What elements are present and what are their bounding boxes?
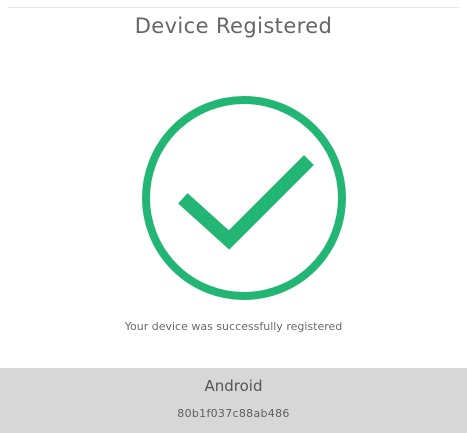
device-id: 80b1f037c88ab486 — [177, 407, 290, 420]
check-circle-icon — [142, 96, 346, 300]
top-divider — [8, 7, 459, 8]
success-indicator — [134, 95, 354, 301]
device-info-panel: Android 80b1f037c88ab486 — [0, 368, 467, 433]
device-platform: Android — [204, 377, 263, 395]
success-message: Your device was successfully registered — [124, 320, 343, 333]
device-registered-screen: Device Registered Your device was succes… — [0, 0, 467, 433]
page-title: Device Registered — [134, 14, 333, 38]
